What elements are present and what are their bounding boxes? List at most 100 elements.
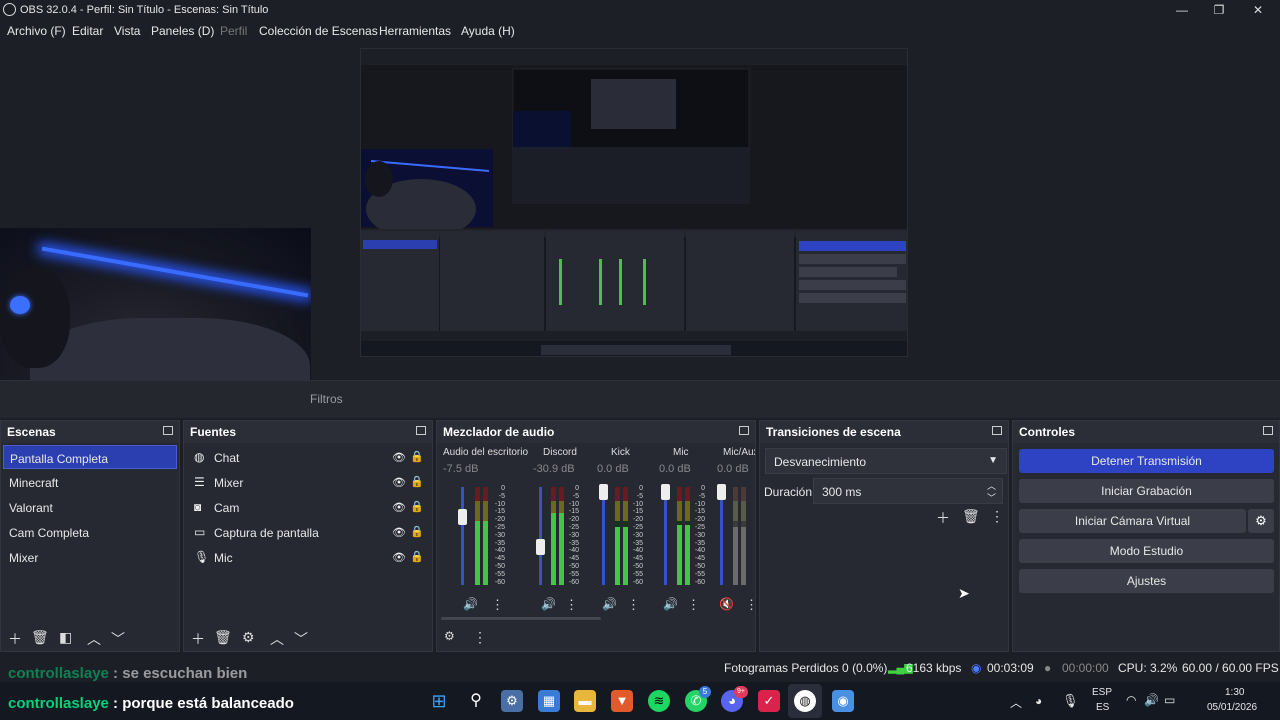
battery-icon[interactable]: ▭ [1164, 693, 1175, 707]
stop-streaming-button[interactable]: Detener Transmisión [1019, 449, 1274, 473]
eye-icon[interactable]: 👁 [392, 501, 406, 514]
start-virtual-camera-button[interactable]: Iniciar Cámara Virtual [1019, 509, 1246, 533]
move-up-icon[interactable]: ︿ [87, 629, 101, 649]
creative-cloud-icon[interactable]: ✓ [758, 690, 780, 712]
lock-icon[interactable]: 🔒 [410, 550, 424, 563]
menu-paneles[interactable]: Paneles (D) [151, 24, 214, 38]
advanced-audio-gear-icon[interactable]: ⚙ [444, 629, 455, 643]
move-down-icon[interactable]: ﹀ [294, 629, 308, 649]
file-explorer-icon[interactable]: ▬ [574, 690, 596, 712]
tray-app-icon[interactable]: ◕ [1035, 694, 1042, 708]
menu-herramientas[interactable]: Herramientas [379, 24, 451, 38]
undock-icon[interactable] [739, 426, 749, 435]
language-indicator[interactable]: ESP [1092, 687, 1112, 698]
trash-icon[interactable]: 🗑 [31, 629, 49, 646]
scene-item[interactable]: Valorant [3, 495, 177, 519]
source-item[interactable]: ◍ Chat 👁 🔒 [186, 445, 430, 469]
more-options-icon[interactable]: ⋮ [745, 597, 755, 613]
more-options-icon[interactable]: ⋮ [687, 597, 700, 613]
fader-knob[interactable] [717, 484, 726, 500]
menu-perfil[interactable]: Perfil [220, 24, 247, 38]
lock-icon[interactable]: 🔒 [410, 450, 424, 463]
source-item[interactable]: ☰ Mixer 👁 🔒 [186, 470, 430, 494]
lock-icon[interactable]: 🔒 [410, 475, 424, 488]
settings-app-icon[interactable]: ⚙ [501, 690, 523, 712]
microphone-tray-icon[interactable]: 🎙 [1062, 693, 1079, 709]
speaker-icon[interactable]: 🔊 [541, 597, 556, 611]
spotify-icon[interactable]: ≋ [648, 690, 670, 712]
lock-icon[interactable]: 🔒 [410, 500, 424, 513]
more-options-icon[interactable]: ⋮ [473, 629, 487, 646]
more-options-icon[interactable]: ⋮ [990, 508, 1004, 525]
transition-select[interactable]: Desvanecimiento ▼ [765, 448, 1007, 474]
windows-start-icon[interactable]: ⊞ [428, 690, 450, 712]
calculator-icon[interactable]: ▦ [538, 690, 560, 712]
maximize-button[interactable]: ❐ [1197, 0, 1241, 20]
undock-icon[interactable] [163, 426, 173, 435]
move-down-icon[interactable]: ﹀ [111, 629, 125, 649]
menu-vista[interactable]: Vista [114, 24, 140, 38]
menu-editar[interactable]: Editar [72, 24, 103, 38]
eye-icon[interactable]: 👁 [392, 451, 406, 464]
filters-button[interactable]: Filtros [310, 392, 343, 406]
source-item[interactable]: ◙ Cam 👁 🔒 [186, 495, 430, 519]
eye-icon[interactable]: 👁 [392, 476, 406, 489]
volume-fader[interactable] [461, 487, 464, 585]
volume-fader[interactable] [720, 487, 723, 585]
add-icon[interactable]: ＋ [936, 508, 950, 528]
undock-icon[interactable] [1263, 426, 1273, 435]
studio-mode-button[interactable]: Modo Estudio [1019, 539, 1274, 563]
speaker-icon[interactable]: 🔊 [663, 597, 678, 611]
gear-icon[interactable]: ⚙ [242, 629, 255, 646]
more-options-icon[interactable]: ⋮ [627, 597, 640, 613]
clock-time[interactable]: 1:30 [1225, 687, 1244, 698]
app-icon[interactable]: ◉ [832, 690, 854, 712]
fader-knob[interactable] [536, 539, 545, 555]
volume-icon[interactable]: 🔊 [1144, 693, 1159, 707]
menu-ayuda[interactable]: Ayuda (H) [461, 24, 515, 38]
eye-icon[interactable]: 👁 [392, 551, 406, 564]
scene-item[interactable]: Pantalla Completa [3, 445, 177, 469]
speaker-icon[interactable]: 🔊 [463, 597, 478, 611]
decrement-icon[interactable]: ﹀ [987, 491, 996, 504]
speaker-icon[interactable]: 🔊 [602, 597, 617, 611]
lock-icon[interactable]: 🔒 [410, 525, 424, 538]
scene-item[interactable]: Cam Completa [3, 520, 177, 544]
filters-icon[interactable]: ◧ [59, 629, 72, 646]
show-hidden-icons-icon[interactable]: ︿ [1010, 694, 1022, 711]
obs-icon[interactable]: ◍ [794, 690, 816, 712]
search-icon[interactable]: ⚲ [465, 690, 487, 712]
eye-icon[interactable]: 👁 [392, 526, 406, 539]
mixer-scrollbar[interactable] [441, 617, 601, 620]
trash-icon[interactable]: 🗑 [962, 508, 980, 525]
close-button[interactable]: ✕ [1236, 0, 1280, 20]
muted-speaker-icon[interactable]: 🔇 [719, 597, 734, 611]
more-options-icon[interactable]: ⋮ [491, 597, 504, 613]
scene-item[interactable]: Mixer [3, 545, 177, 569]
clock-date[interactable]: 05/01/2026 [1207, 702, 1257, 713]
start-recording-button[interactable]: Iniciar Grabación [1019, 479, 1274, 503]
brave-browser-icon[interactable]: ▼ [611, 690, 633, 712]
duration-input[interactable]: 300 ms ︿ ﹀ [813, 478, 1003, 504]
fader-knob[interactable] [599, 484, 608, 500]
fader-knob[interactable] [661, 484, 670, 500]
fader-knob[interactable] [458, 509, 467, 525]
source-item[interactable]: ▭ Captura de pantalla 👁 🔒 [186, 520, 430, 544]
add-icon[interactable]: ＋ [8, 629, 22, 649]
settings-button[interactable]: Ajustes [1019, 569, 1274, 593]
trash-icon[interactable]: 🗑 [214, 629, 232, 646]
move-up-icon[interactable]: ︿ [270, 629, 284, 649]
scene-item[interactable]: Minecraft [3, 470, 177, 494]
wifi-icon[interactable]: ◠ [1126, 693, 1136, 707]
source-item[interactable]: 🎙 Mic 👁 🔒 [186, 545, 430, 569]
volume-fader[interactable] [539, 487, 542, 585]
more-options-icon[interactable]: ⋮ [565, 597, 578, 613]
add-icon[interactable]: ＋ [191, 629, 205, 649]
virtual-camera-settings-gear-icon[interactable]: ⚙ [1248, 509, 1274, 533]
volume-fader[interactable] [602, 487, 605, 585]
volume-fader[interactable] [664, 487, 667, 585]
menu-coleccion-escenas[interactable]: Colección de Escenas [259, 24, 378, 38]
undock-icon[interactable] [992, 426, 1002, 435]
undock-icon[interactable] [416, 426, 426, 435]
menu-archivo[interactable]: Archivo (F) [7, 24, 66, 38]
